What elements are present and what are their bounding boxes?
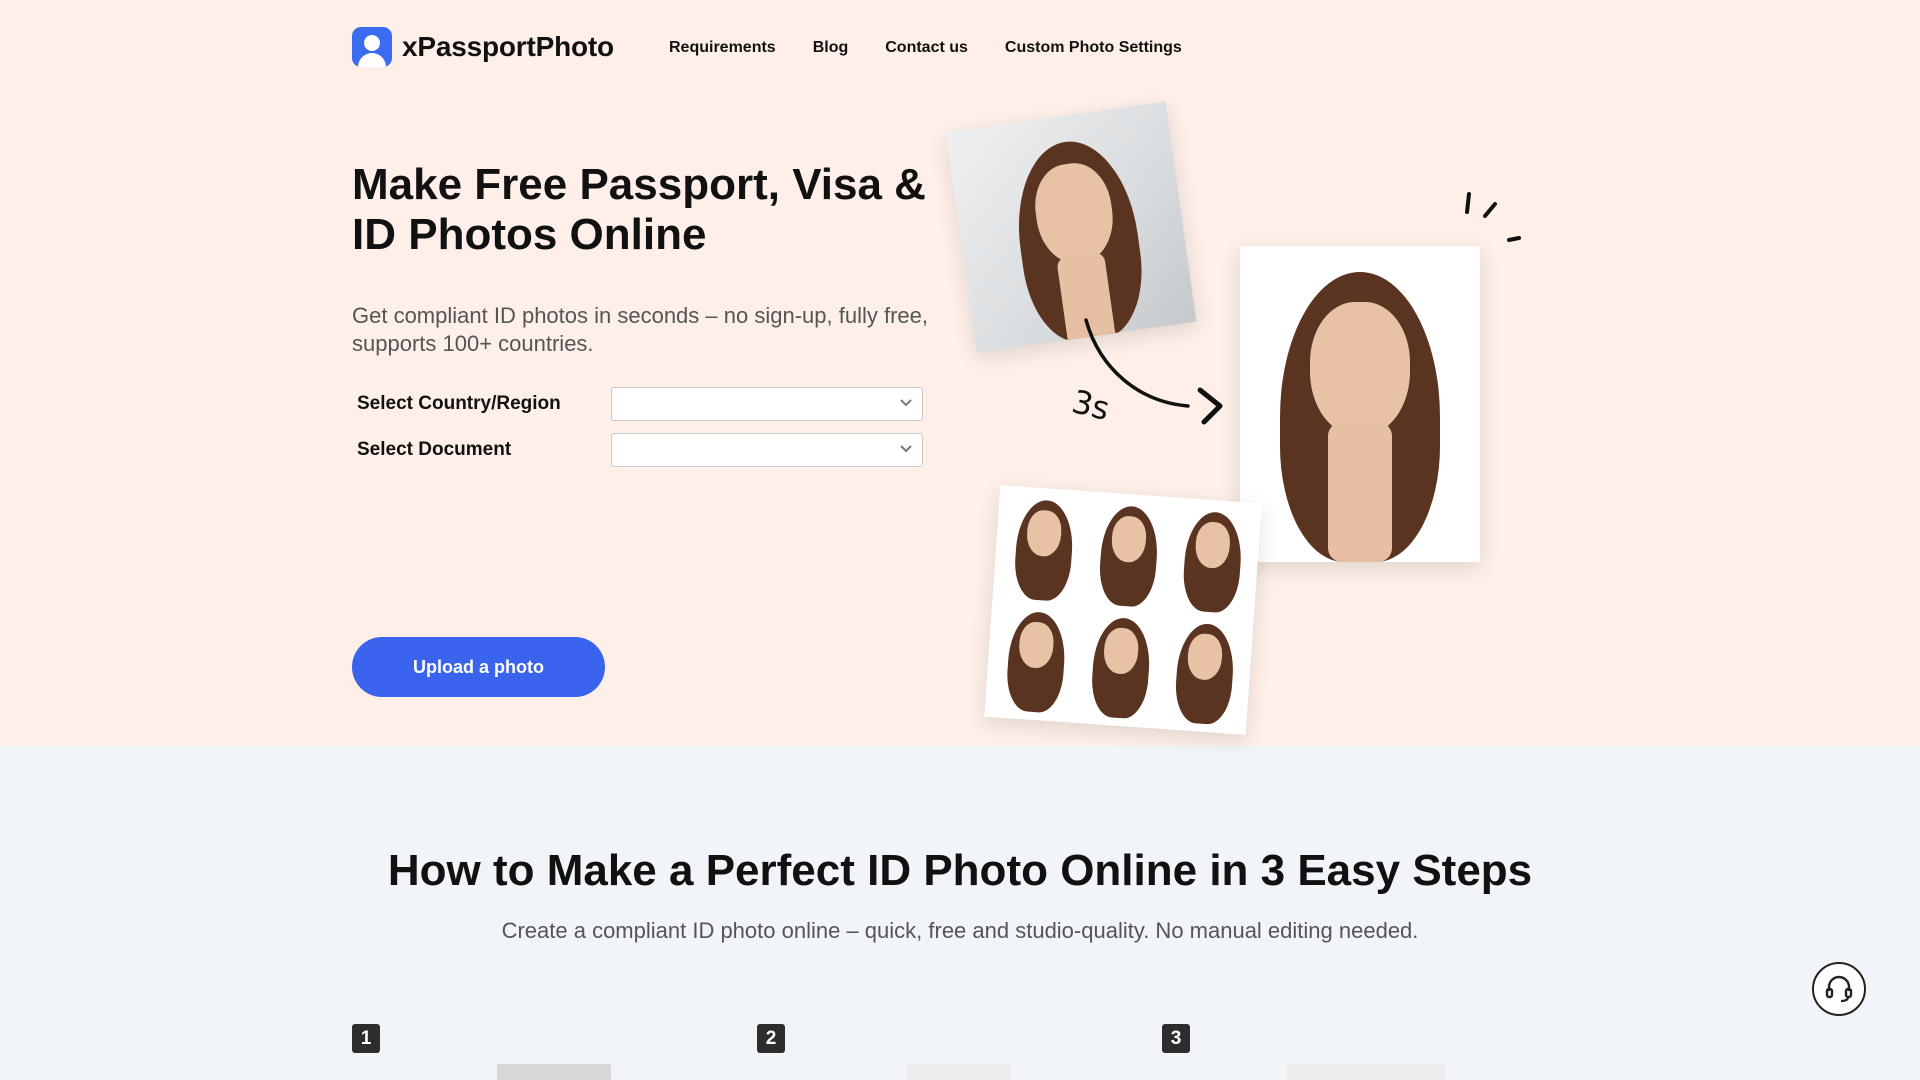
step-number: 2 xyxy=(757,1024,785,1053)
sheet-photo xyxy=(1075,609,1164,723)
document-row: Select Document xyxy=(357,433,923,467)
sheet-photo xyxy=(1167,503,1256,617)
sheet-photo xyxy=(990,603,1079,717)
chevron-down-icon xyxy=(900,399,912,407)
step-image xyxy=(497,1064,611,1080)
sheet-photo xyxy=(1159,615,1248,729)
nav-blog[interactable]: Blog xyxy=(813,39,849,57)
result-photo xyxy=(1240,246,1480,562)
document-label: Select Document xyxy=(357,439,512,460)
steps-subtitle: Create a compliant ID photo online – qui… xyxy=(501,918,1419,943)
support-chat-button[interactable] xyxy=(1812,962,1866,1016)
nav-custom-photo-settings[interactable]: Custom Photo Settings xyxy=(1005,39,1182,57)
headset-icon xyxy=(1825,975,1853,1003)
hero-title: Make Free Passport, Visa & ID Photos Onl… xyxy=(352,160,926,259)
photo-print-sheet xyxy=(984,485,1262,735)
step-image xyxy=(1287,1064,1445,1080)
step-number: 1 xyxy=(352,1024,380,1053)
step-number: 3 xyxy=(1162,1024,1190,1053)
country-label: Select Country/Region xyxy=(357,393,561,414)
nav-requirements[interactable]: Requirements xyxy=(669,39,776,57)
step-image xyxy=(907,1064,1011,1080)
main-nav: Requirements Blog Contact us Custom Phot… xyxy=(669,39,1182,57)
sparkle-icon xyxy=(1465,192,1521,242)
nav-contact-us[interactable]: Contact us xyxy=(885,39,968,57)
user-logo-icon xyxy=(352,27,392,67)
brand-name: xPassportPhoto xyxy=(402,31,614,62)
steps-title: How to Make a Perfect ID Photo Online in… xyxy=(387,846,1533,895)
hero-subtitle: Get compliant ID photos in seconds – no … xyxy=(352,303,928,356)
steps-section xyxy=(0,746,1920,1080)
hero-section xyxy=(0,0,1920,746)
country-select[interactable] xyxy=(611,387,923,421)
sheet-photo xyxy=(1082,497,1171,611)
upload-photo-button[interactable]: Upload a photo xyxy=(352,637,605,697)
curved-arrow-icon: 3s xyxy=(1068,318,1223,428)
brand-logo[interactable]: xPassportPhoto xyxy=(352,27,614,67)
document-select[interactable] xyxy=(611,433,923,467)
chevron-down-icon xyxy=(900,445,912,453)
country-row: Select Country/Region xyxy=(357,387,923,421)
timer-label: 3s xyxy=(1068,382,1113,428)
sheet-photo xyxy=(998,491,1087,605)
